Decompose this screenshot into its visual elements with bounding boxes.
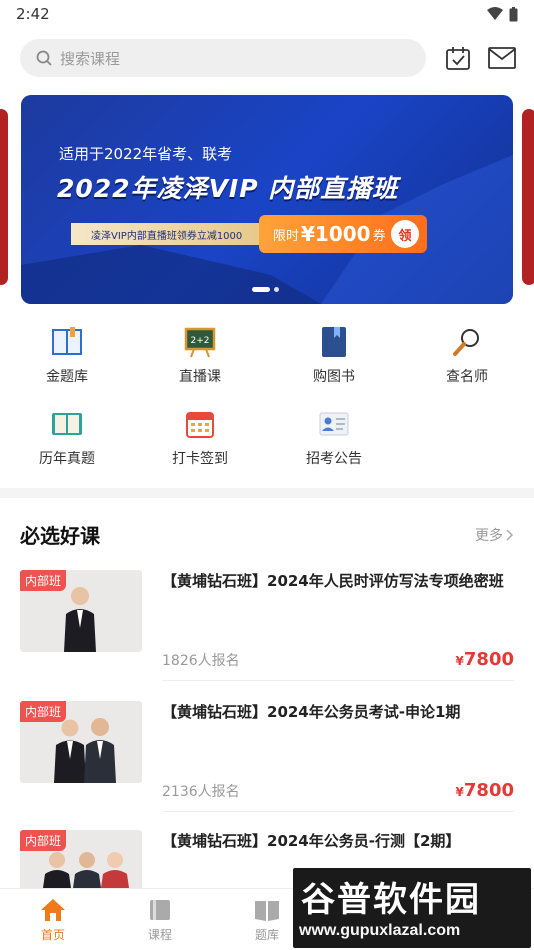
wifi-icon	[487, 7, 503, 20]
calendar-check-icon[interactable]	[444, 44, 472, 72]
coupon-prefix: 限时	[273, 228, 300, 244]
course-icon	[147, 897, 173, 923]
status-icons	[487, 6, 518, 22]
nav-label: 课程	[147, 928, 172, 942]
banner-next-peek[interactable]	[522, 109, 534, 285]
row-divider	[162, 680, 514, 681]
coupon-suffix: 券	[372, 228, 386, 244]
search-icon	[36, 50, 52, 66]
teacher-figure	[64, 587, 96, 652]
price-value: 7800	[463, 649, 514, 670]
banner-dots	[252, 287, 279, 292]
grid-item-question-bank[interactable]: 金题库	[17, 325, 117, 386]
course-badge: 内部班	[20, 570, 67, 591]
chevron-right-icon	[506, 529, 514, 541]
coupon-price: ¥1000	[301, 222, 371, 246]
grid-label: 直播课	[179, 369, 221, 385]
grid-label: 查名师	[446, 369, 488, 385]
grid-item-announcements[interactable]: 招考公告	[284, 407, 384, 468]
live-board-icon: 2+2	[183, 325, 217, 359]
question-bank-icon	[254, 897, 280, 923]
carousel-dot-active[interactable]	[252, 287, 270, 292]
banner-subtitle: 适用于2022年省考、联考	[59, 145, 233, 163]
row-divider	[162, 811, 514, 812]
grid-item-past-papers[interactable]: 历年真题	[17, 407, 117, 468]
banner-coupon[interactable]: 限时 ¥1000 券 领	[259, 215, 427, 253]
course-title: 【黄埔钻石班】2024年人民时评仿写法专项绝密班	[162, 572, 504, 590]
grid-label: 招考公告	[306, 451, 362, 467]
teacher-figure	[101, 852, 129, 888]
grid-item-live-course[interactable]: 2+2 直播课	[150, 325, 250, 386]
banner-title: 2022年凌泽VIP 内部直播班	[57, 174, 399, 203]
course-enrollment: 2136人报名	[162, 784, 240, 800]
nav-tab-question-bank[interactable]: 题库	[237, 897, 297, 943]
nav-tab-home[interactable]: 首页	[23, 897, 83, 943]
watermark-logo: 谷普软件园 www.gupuxlazal.com	[293, 868, 531, 948]
course-thumbnail: 内部班	[20, 701, 142, 783]
teacher-figure	[84, 718, 116, 783]
search-placeholder: 搜索课程	[60, 49, 121, 68]
more-link[interactable]: 更多	[475, 525, 514, 545]
course-price: ¥7800	[456, 780, 514, 801]
grid-label: 历年真题	[39, 451, 95, 467]
nav-tab-courses[interactable]: 课程	[130, 897, 190, 943]
nav-label: 题库	[254, 928, 279, 942]
grid-label: 购图书	[313, 369, 355, 385]
price-currency: ¥	[455, 785, 464, 799]
more-label: 更多	[475, 528, 503, 544]
section-divider	[0, 488, 534, 498]
course-title: 【黄埔钻石班】2024年公务员-行测【2期】	[162, 832, 461, 850]
nav-label: 首页	[40, 928, 65, 942]
grid-item-find-teacher[interactable]: 查名师	[417, 325, 517, 386]
open-book-icon	[50, 407, 84, 441]
banner-carousel[interactable]: 适用于2022年省考、联考 2022年凌泽VIP 内部直播班 凌泽VIP内部直播…	[0, 95, 534, 305]
grid-label: 金题库	[46, 369, 88, 385]
battery-icon	[509, 6, 518, 21]
book-icon	[50, 325, 84, 359]
course-enrollment: 1826人报名	[162, 653, 240, 669]
id-card-icon	[317, 407, 351, 441]
svg-text:2+2: 2+2	[191, 336, 210, 346]
grid-item-buy-books[interactable]: 购图书	[284, 325, 384, 386]
banner-strip: 凌泽VIP内部直播班领券立减1000	[71, 223, 261, 245]
teacher-figure	[43, 852, 71, 888]
home-icon	[40, 897, 66, 923]
course-thumbnail: 内部班	[20, 570, 142, 652]
status-time: 2:42	[16, 5, 50, 23]
course-item[interactable]: 内部班 【黄埔钻石班】2024年公务员考试-申论1期 2136人报名 ¥7800	[20, 701, 514, 821]
banner-prev-peek[interactable]	[0, 109, 8, 285]
course-badge: 内部班	[20, 830, 67, 851]
course-title: 【黄埔钻石班】2024年公务员考试-申论1期	[162, 703, 461, 721]
grid-item-check-in[interactable]: 打卡签到	[150, 407, 250, 468]
course-badge: 内部班	[20, 701, 67, 722]
mail-icon[interactable]	[488, 44, 516, 72]
course-item[interactable]: 内部班 【黄埔钻石班】2024年人民时评仿写法专项绝密班 1826人报名 ¥78…	[20, 570, 514, 690]
status-bar: 2:42	[0, 0, 534, 28]
course-thumbnail: 内部班	[20, 830, 142, 888]
coupon-get-button[interactable]: 领	[391, 220, 419, 248]
section-title: 必选好课	[20, 524, 100, 548]
price-currency: ¥	[455, 654, 464, 668]
banner-slide[interactable]: 适用于2022年省考、联考 2022年凌泽VIP 内部直播班 凌泽VIP内部直播…	[21, 95, 513, 304]
search-input[interactable]: 搜索课程	[20, 39, 426, 77]
bookmark-book-icon	[317, 325, 351, 359]
price-value: 7800	[463, 780, 514, 801]
carousel-dot[interactable]	[274, 287, 279, 292]
grid-label: 打卡签到	[172, 451, 228, 467]
watermark-url: www.gupuxlazal.com	[299, 922, 461, 939]
watermark-text: 谷普软件园	[301, 880, 481, 920]
course-price: ¥7800	[456, 649, 514, 670]
calendar-icon	[183, 407, 217, 441]
magnifier-icon	[450, 325, 484, 359]
search-row: 搜索课程	[20, 38, 520, 78]
